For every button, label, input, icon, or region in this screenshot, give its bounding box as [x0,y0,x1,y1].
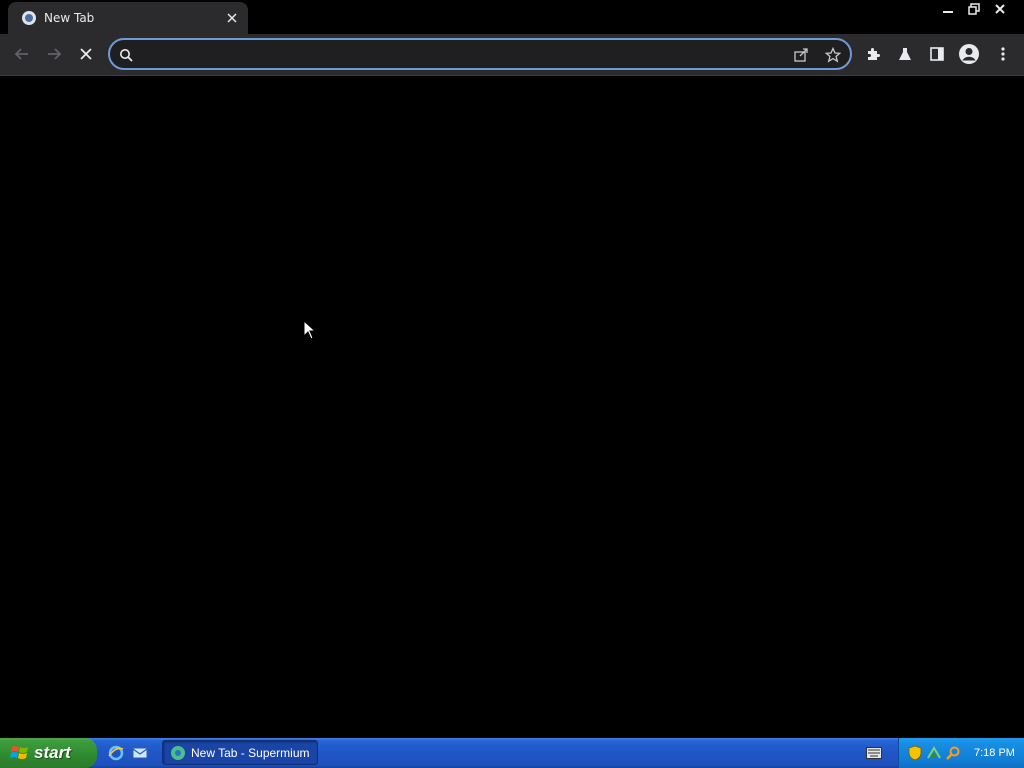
flask-icon [899,48,911,60]
tab-strip: New Tab [0,0,1024,34]
start-button[interactable]: start [0,738,97,768]
restore-icon[interactable] [962,0,986,18]
security-shield-icon[interactable] [907,745,923,761]
taskbar: start New Tab - Supermium 7:18 PM [0,738,1024,768]
omnibox-input[interactable] [140,44,784,66]
outlook-express-icon[interactable] [130,743,150,763]
menu-button[interactable] [988,39,1018,69]
browser-toolbar [0,34,1024,76]
mouse-cursor-icon [303,320,317,340]
minimize-icon[interactable] [936,0,960,18]
window-controls [936,0,1024,18]
network-icon[interactable] [926,745,942,761]
puzzle-icon [868,48,880,60]
search-icon[interactable] [945,745,961,761]
side-panel-icon [930,47,944,61]
start-label: start [34,743,71,762]
labs-button[interactable] [890,39,920,69]
system-tray: 7:18 PM [898,738,1024,768]
window-close-icon[interactable] [988,0,1012,18]
stop-icon [80,48,92,60]
avatar-icon [959,44,979,64]
kebab-menu-icon [1001,47,1005,61]
screen: New Tab start New Tab - Supermium 7:18 P… [0,0,1024,768]
arrow-right-icon [48,48,62,60]
tab-new-tab[interactable]: New Tab [8,2,248,34]
taskbar-item-supermium[interactable]: New Tab - Supermium [162,740,318,765]
keyboard-icon[interactable] [866,746,882,764]
share-icon[interactable] [791,45,811,65]
tab-title: New Tab [44,11,95,25]
search-icon [116,45,136,65]
chromium-favicon-icon [22,11,36,25]
profile-button[interactable] [954,39,984,69]
stop-button[interactable] [71,39,101,69]
arrow-left-icon [14,48,28,60]
quick-launch [106,743,150,763]
taskbar-item-label: New Tab - Supermium [191,745,310,760]
back-button[interactable] [7,39,37,69]
side-panel-button[interactable] [922,39,952,69]
extensions-button[interactable] [858,39,888,69]
page-content[interactable] [0,77,1024,738]
omnibox[interactable] [108,38,852,70]
supermium-icon [171,745,185,760]
close-icon[interactable] [222,8,242,28]
internet-explorer-icon[interactable] [106,743,126,763]
tray-clock[interactable]: 7:18 PM [974,747,1015,759]
forward-button[interactable] [39,39,69,69]
windows-flag-icon [10,746,28,759]
star-icon[interactable] [823,45,843,65]
